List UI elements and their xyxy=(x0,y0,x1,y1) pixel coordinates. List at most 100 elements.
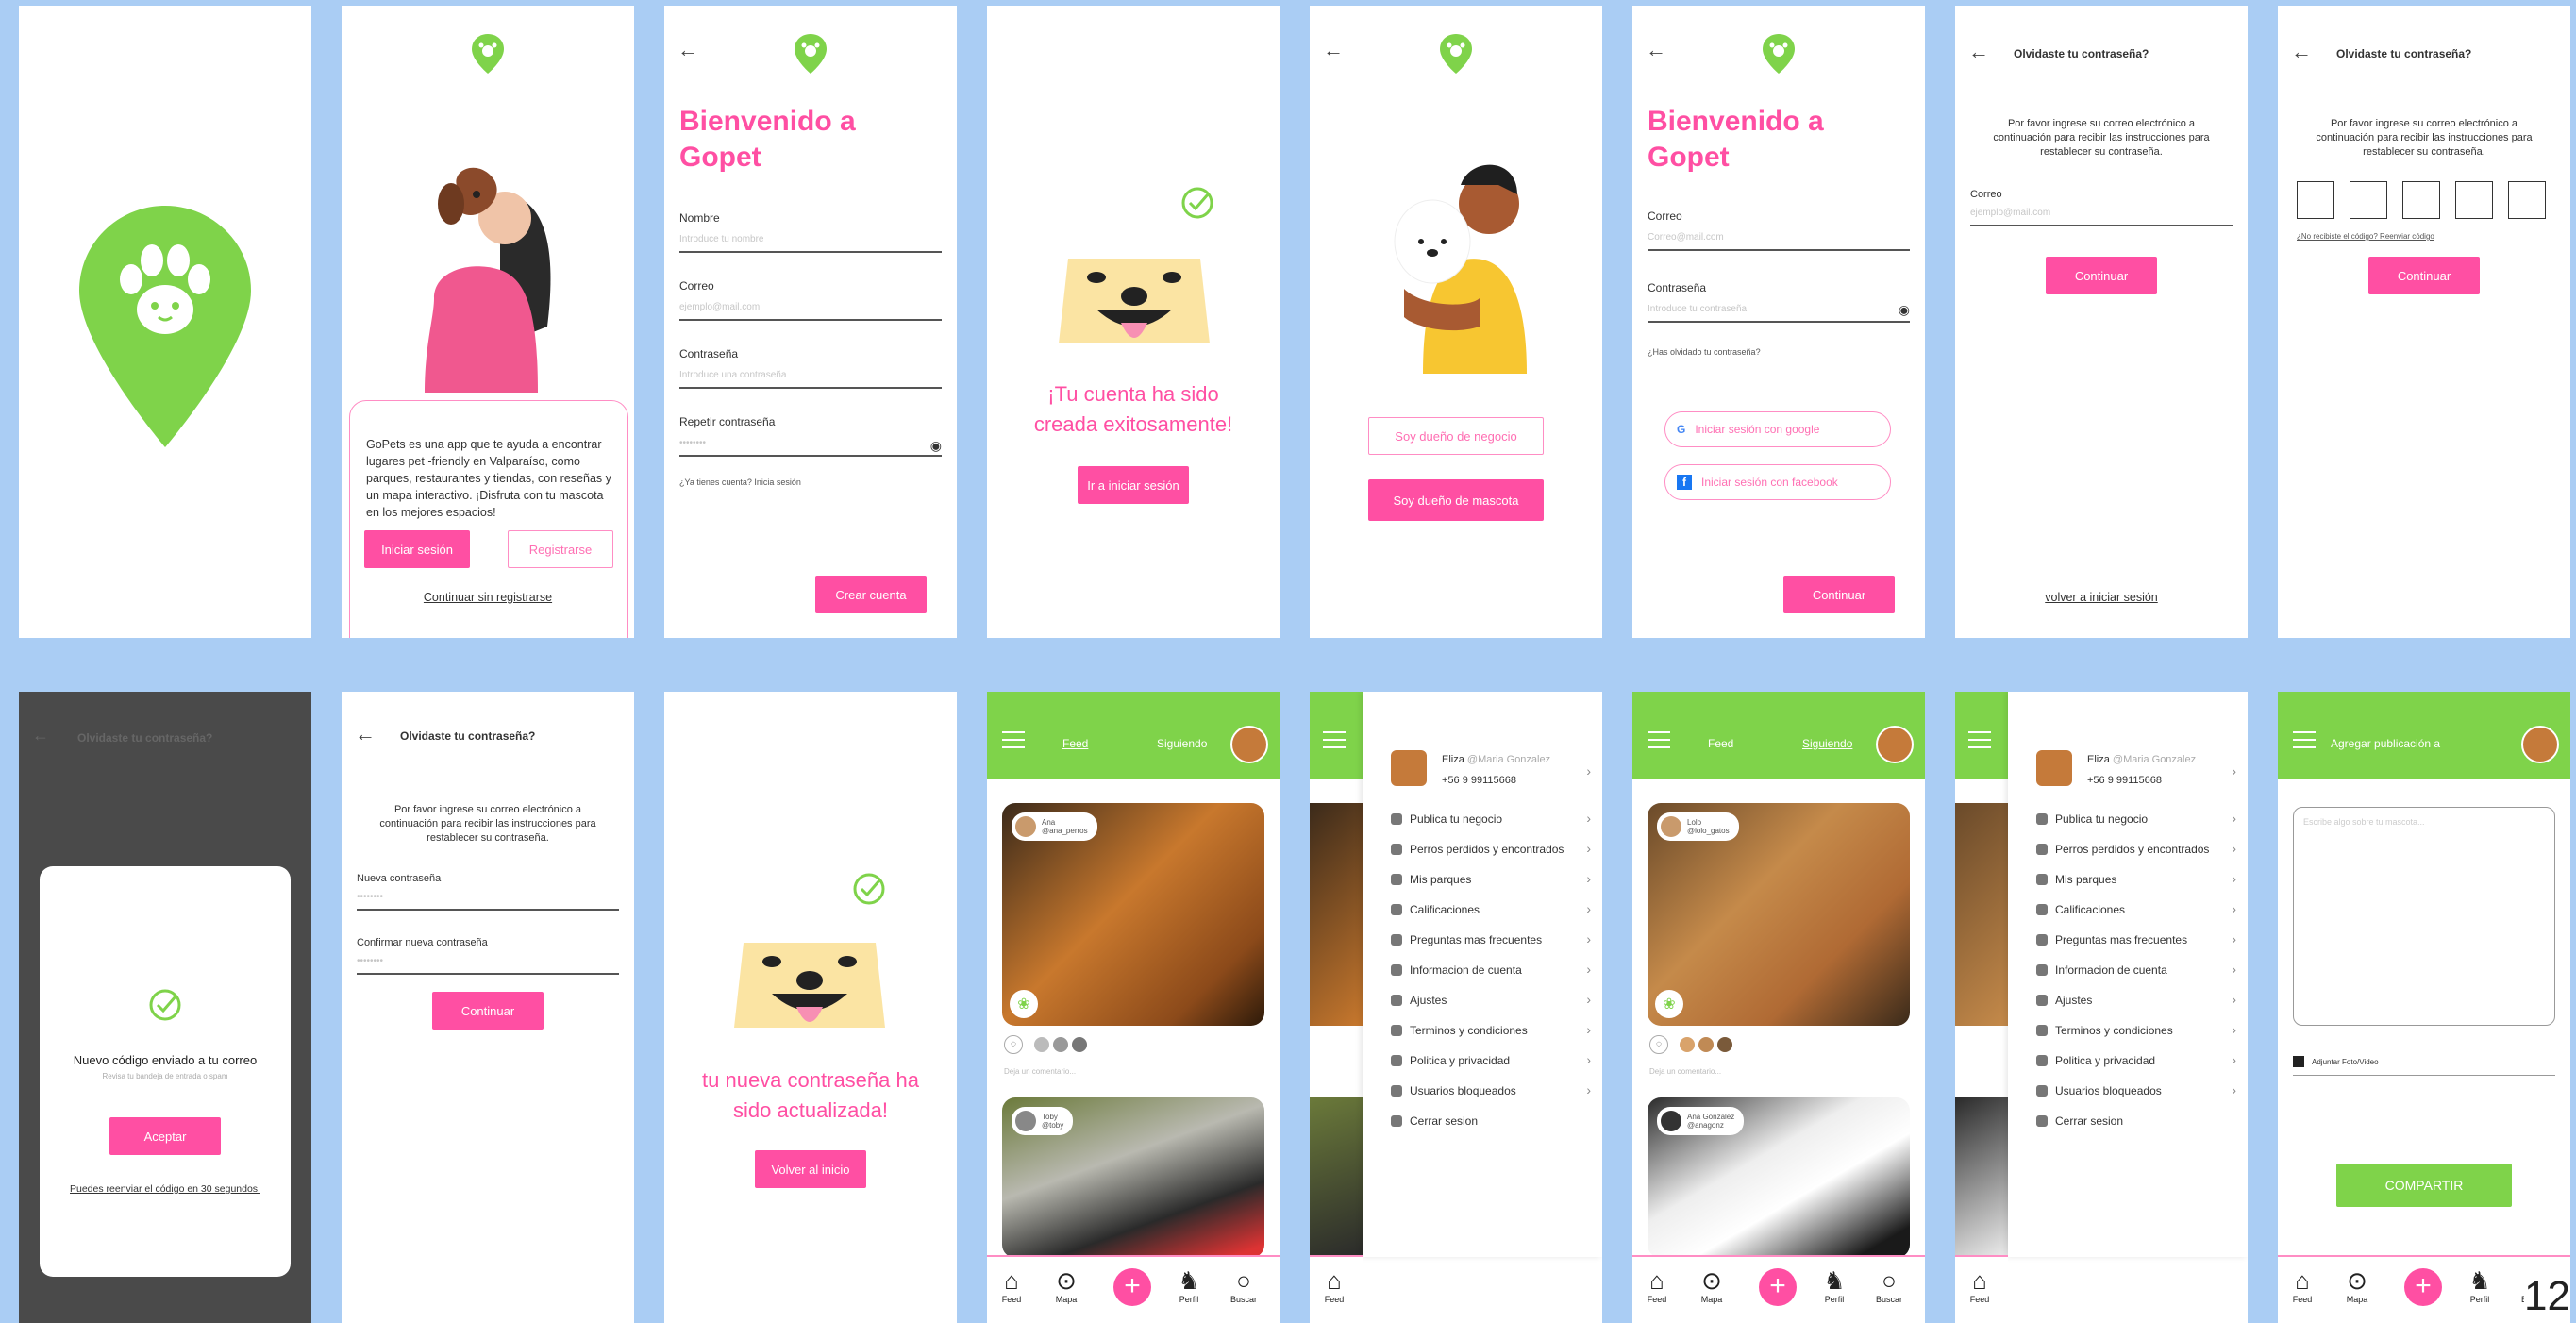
nav-map[interactable]: ⊙ Mapa xyxy=(1693,1266,1731,1304)
menu-item[interactable]: Terminos y condiciones xyxy=(1391,1024,1528,1037)
menu-item[interactable]: Calificaciones xyxy=(1391,903,1480,916)
back-arrow-icon[interactable]: ← xyxy=(1646,40,1666,60)
logout-menu-item[interactable]: Cerrar sesion xyxy=(1391,1114,1478,1128)
google-login-button[interactable]: G Iniciar sesión con google xyxy=(1664,411,1891,447)
comment-input[interactable]: Deja un comentario... xyxy=(1649,1067,1721,1076)
post-user-chip[interactable]: Lolo @lolo_gatos xyxy=(1657,812,1739,841)
nav-feed[interactable]: ⌂ Feed xyxy=(1638,1266,1676,1304)
tab-feed[interactable]: Feed xyxy=(1708,737,1733,750)
menu-item[interactable]: Mis parques xyxy=(2036,873,2116,886)
continue-button[interactable]: Continuar xyxy=(1783,576,1895,613)
share-button[interactable]: COMPARTIR xyxy=(2336,1164,2512,1207)
nav-feed[interactable]: ⌂ Feed xyxy=(2283,1266,2321,1304)
code-digit-4[interactable] xyxy=(2455,181,2493,219)
comment-icon[interactable]: ◌ xyxy=(1004,1035,1023,1054)
nav-profile[interactable]: ♞ Perfil xyxy=(1815,1266,1853,1304)
logout-menu-item[interactable]: Cerrar sesion xyxy=(2036,1114,2123,1128)
menu-item[interactable]: Preguntas mas frecuentes xyxy=(2036,933,2187,946)
code-digit-3[interactable] xyxy=(2402,181,2440,219)
post-user-chip[interactable]: Ana Gonzalez @anagonz xyxy=(1657,1107,1745,1135)
menu-item[interactable]: Perros perdidos y encontrados xyxy=(1391,843,1564,856)
nav-profile[interactable]: ♞ Perfil xyxy=(2461,1266,2499,1304)
comment-input[interactable]: Deja un comentario... xyxy=(1004,1067,1076,1076)
code-digit-2[interactable] xyxy=(2350,181,2387,219)
menu-item[interactable]: Preguntas mas frecuentes xyxy=(1391,933,1542,946)
attach-media-button[interactable]: Adjuntar Foto/Video xyxy=(2293,1056,2379,1067)
continue-button[interactable]: Continuar xyxy=(2368,257,2480,294)
comment-icon[interactable]: ◌ xyxy=(1649,1035,1668,1054)
back-to-login-link[interactable]: volver a iniciar sesión xyxy=(1955,591,2248,604)
nav-feed[interactable]: ⌂ Feed xyxy=(993,1266,1030,1304)
menu-item[interactable]: Usuarios bloqueados xyxy=(2036,1084,2162,1097)
menu-icon[interactable] xyxy=(1323,731,1346,754)
register-button[interactable]: Registrarse xyxy=(508,530,613,568)
have-account-link[interactable]: ¿Ya tienes cuenta? Inicia sesión xyxy=(679,477,801,487)
avatar[interactable] xyxy=(1876,726,1914,763)
email-input[interactable]: Correo@mail.com xyxy=(1648,232,1724,243)
back-arrow-icon[interactable]: ← xyxy=(1323,40,1344,60)
menu-item[interactable]: Politica y privacidad xyxy=(2036,1054,2155,1067)
menu-icon[interactable] xyxy=(1968,731,1991,754)
menu-icon[interactable] xyxy=(1648,731,1670,754)
tab-following[interactable]: Siguiendo xyxy=(1157,737,1207,750)
nav-search[interactable]: ○Buscar xyxy=(1225,1266,1263,1304)
post-user-chip[interactable]: Toby @toby xyxy=(1012,1107,1074,1135)
menu-item[interactable]: Perros perdidos y encontrados xyxy=(2036,843,2209,856)
nav-map[interactable]: ⊙ Mapa xyxy=(2338,1266,2376,1304)
email-input[interactable]: ejemplo@mail.com xyxy=(679,302,760,312)
avatar[interactable] xyxy=(1230,726,1268,763)
paw-like-icon[interactable]: ❀ xyxy=(1010,990,1038,1018)
menu-item[interactable]: Usuarios bloqueados xyxy=(1391,1084,1516,1097)
email-input[interactable]: ejemplo@mail.com xyxy=(1970,208,2050,218)
post-card[interactable]: Ana @ana_perros ❀ xyxy=(1002,803,1264,1026)
nav-feed[interactable]: ⌂ Feed xyxy=(1961,1266,1999,1304)
password-input[interactable]: Introduce tu contraseña xyxy=(1648,304,1747,314)
menu-item[interactable]: Ajustes xyxy=(1391,994,1447,1007)
menu-item[interactable]: Informacion de cuenta xyxy=(2036,963,2167,977)
menu-icon[interactable] xyxy=(2293,731,2316,754)
eye-off-icon[interactable]: ◉ xyxy=(930,438,942,454)
nav-map[interactable]: ⊙ Mapa xyxy=(1047,1266,1085,1304)
add-post-button[interactable]: + xyxy=(1113,1268,1151,1306)
create-account-button[interactable]: Crear cuenta xyxy=(815,576,927,613)
back-arrow-icon[interactable]: ← xyxy=(2291,42,2312,62)
post-card[interactable]: Ana Gonzalez @anagonz xyxy=(1648,1097,1910,1258)
eye-off-icon[interactable]: ◉ xyxy=(1899,302,1910,318)
menu-item[interactable]: Terminos y condiciones xyxy=(2036,1024,2173,1037)
code-digit-1[interactable] xyxy=(2297,181,2334,219)
name-input[interactable]: Introduce tu nombre xyxy=(679,234,764,244)
confirm-password-input[interactable]: •••••••• xyxy=(357,956,383,966)
accept-button[interactable]: Aceptar xyxy=(109,1117,221,1155)
tab-following[interactable]: Siguiendo xyxy=(1802,737,1852,750)
menu-item[interactable]: Ajustes xyxy=(2036,994,2092,1007)
nav-profile[interactable]: ♞ Perfil xyxy=(1170,1266,1208,1304)
new-password-input[interactable]: •••••••• xyxy=(357,892,383,902)
menu-item[interactable]: Informacion de cuenta xyxy=(1391,963,1522,977)
login-button[interactable]: Iniciar sesión xyxy=(364,530,470,568)
back-arrow-icon[interactable]: ← xyxy=(1968,42,1989,62)
continue-button[interactable]: Continuar xyxy=(432,992,544,1030)
nav-search[interactable]: ○Buscar xyxy=(1870,1266,1908,1304)
post-textarea[interactable]: Escribe algo sobre tu mascota... xyxy=(2293,807,2555,1026)
menu-item[interactable]: Mis parques xyxy=(1391,873,1471,886)
resend-code-link[interactable]: ¿No recibiste el código? Reenviar código xyxy=(2297,232,2434,241)
menu-icon[interactable] xyxy=(1002,731,1025,754)
post-user-chip[interactable]: Ana @ana_perros xyxy=(1012,812,1097,841)
tab-feed[interactable]: Feed xyxy=(1062,737,1088,750)
nav-feed[interactable]: ⌂ Feed xyxy=(1315,1266,1353,1304)
code-digit-5[interactable] xyxy=(2508,181,2546,219)
business-owner-button[interactable]: Soy dueño de negocio xyxy=(1368,417,1544,455)
menu-item[interactable]: Publica tu negocio xyxy=(2036,812,2148,826)
password-input[interactable]: Introduce una contraseña xyxy=(679,370,786,380)
paw-like-icon[interactable]: ❀ xyxy=(1655,990,1683,1018)
continue-button[interactable]: Continuar xyxy=(2046,257,2157,294)
avatar[interactable] xyxy=(2521,726,2559,763)
continue-without-register-link[interactable]: Continuar sin registrarse xyxy=(342,591,634,604)
pet-owner-button[interactable]: Soy dueño de mascota xyxy=(1368,479,1544,521)
menu-item[interactable]: Politica y privacidad xyxy=(1391,1054,1510,1067)
menu-item[interactable]: Publica tu negocio xyxy=(1391,812,1502,826)
back-arrow-icon[interactable]: ← xyxy=(355,724,376,745)
back-arrow-icon[interactable]: ← xyxy=(677,40,698,60)
back-home-button[interactable]: Volver al inicio xyxy=(755,1150,866,1188)
post-card[interactable]: Lolo @lolo_gatos ❀ xyxy=(1648,803,1910,1026)
